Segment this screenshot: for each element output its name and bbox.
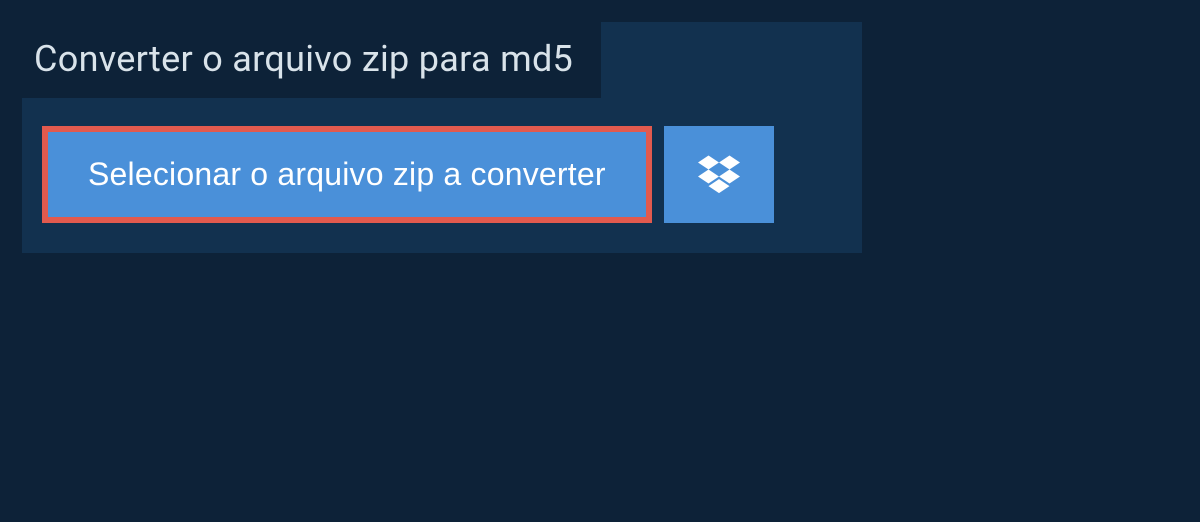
select-file-button[interactable]: Selecionar o arquivo zip a converter bbox=[48, 132, 646, 217]
page-title: Converter o arquivo zip para md5 bbox=[34, 38, 573, 80]
select-file-highlight: Selecionar o arquivo zip a converter bbox=[42, 126, 652, 223]
title-bar: Converter o arquivo zip para md5 bbox=[22, 22, 601, 98]
select-file-label: Selecionar o arquivo zip a converter bbox=[88, 156, 606, 192]
converter-panel: Converter o arquivo zip para md5 Selecio… bbox=[22, 22, 862, 253]
dropbox-button[interactable] bbox=[664, 126, 774, 223]
dropbox-icon bbox=[698, 152, 740, 197]
action-row: Selecionar o arquivo zip a converter bbox=[42, 126, 862, 223]
